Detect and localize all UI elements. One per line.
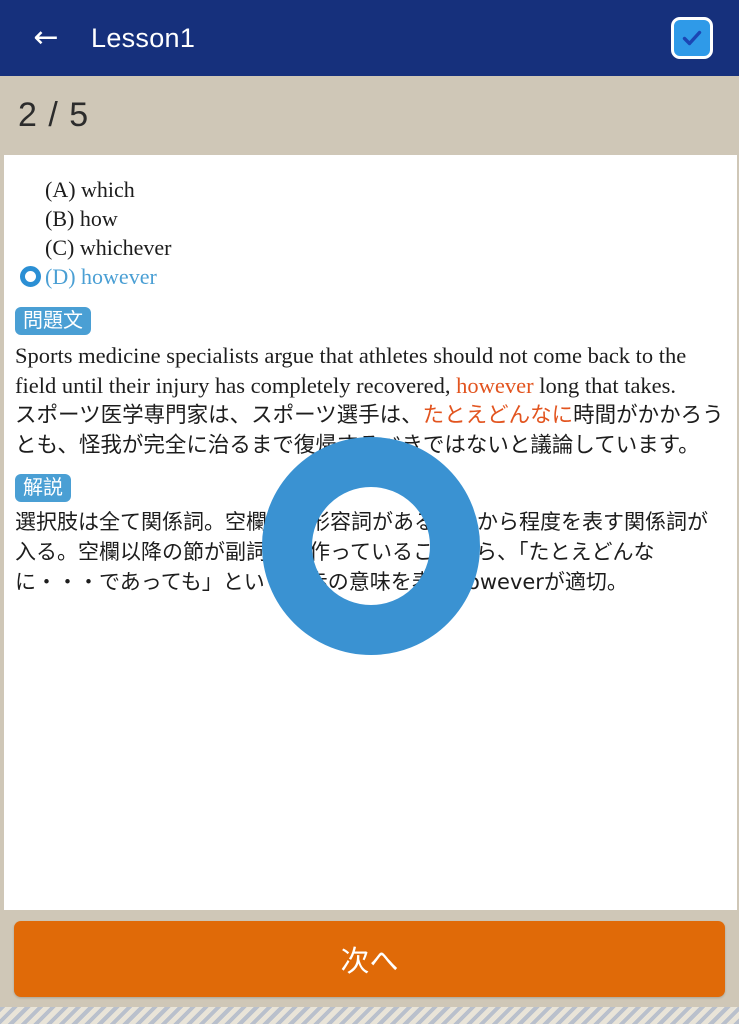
choice-label-a: (A) which: [45, 176, 135, 202]
choice-marker-d: [15, 262, 45, 291]
next-button[interactable]: 次へ: [14, 920, 725, 997]
choice-option-b[interactable]: (B) how: [12, 204, 729, 233]
selected-ring-icon: [19, 266, 41, 287]
japanese-text-highlight: たとえどんなに: [422, 402, 574, 428]
choice-marker-c: [15, 233, 45, 262]
explanation-badge: 解説: [15, 474, 71, 503]
choice-label-c: (C) whichever: [45, 234, 172, 260]
app-bar: ← Lesson1: [0, 0, 739, 76]
back-arrow-icon[interactable]: ←: [28, 20, 64, 56]
choice-label-b: (B) how: [45, 205, 118, 231]
choice-label-d: (D) however: [45, 263, 157, 289]
choice-option-a[interactable]: (A) which: [12, 175, 729, 204]
check-glyph: [682, 30, 702, 46]
question-badge-row: 問題文: [12, 295, 729, 341]
english-text-after: long that takes.: [533, 372, 677, 398]
question-counter: 2 / 5: [18, 96, 90, 134]
choice-option-c[interactable]: (C) whichever: [12, 233, 729, 262]
choice-marker-a: [15, 175, 45, 204]
choice-marker-b: [15, 204, 45, 233]
footer-bar: 次へ: [0, 910, 739, 1007]
progress-band: 2 / 5: [0, 76, 739, 155]
quiz-screen: ← Lesson1 2 / 5 (A) which (B) how (C) wh…: [0, 0, 739, 1024]
choice-option-d[interactable]: (D) however: [12, 262, 729, 291]
question-badge: 問題文: [15, 307, 91, 335]
page-title: Lesson1: [91, 22, 196, 53]
loading-spinner-ring: [262, 437, 480, 655]
question-english-text: Sports medicine specialists argue that a…: [12, 341, 729, 401]
japanese-text-before: スポーツ医学専門家は、スポーツ選手は、: [15, 402, 423, 428]
checkbox-checked-icon[interactable]: [671, 17, 713, 59]
english-text-highlight: however: [456, 372, 534, 398]
bottom-stripe-bar: [0, 1007, 739, 1024]
choice-list: (A) which (B) how (C) whichever (D) howe…: [12, 169, 729, 295]
